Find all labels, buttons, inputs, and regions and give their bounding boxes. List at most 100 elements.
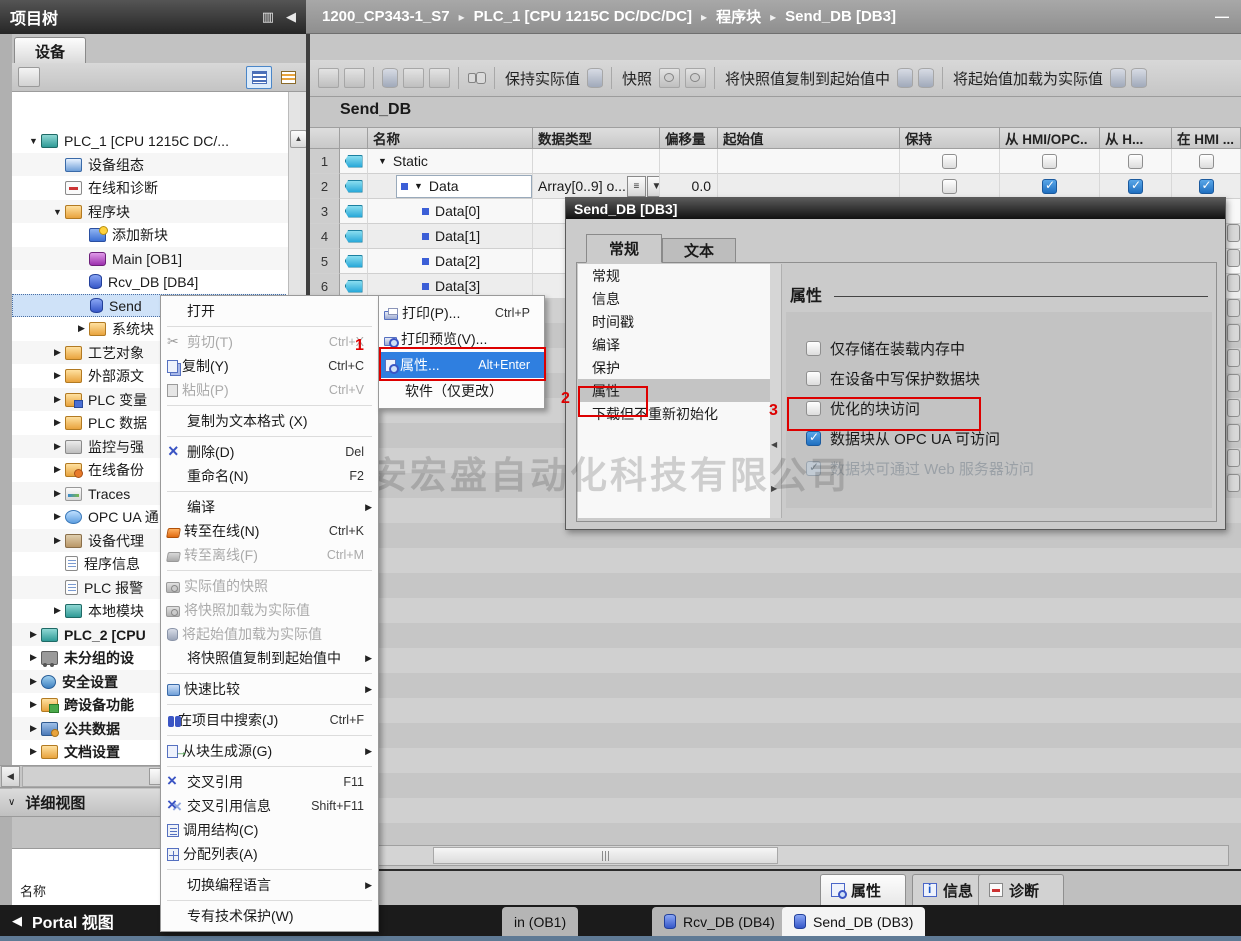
menu-item[interactable]: 专有技术保护(W) — [161, 904, 378, 928]
tree-item[interactable]: Rcv_DB [DB4] — [12, 270, 288, 293]
breadcrumb-segment[interactable]: Send_DB [DB3] — [785, 8, 896, 25]
expand-closed-icon[interactable]: ▶ — [50, 347, 65, 358]
expand-closed-icon[interactable]: ▶ — [26, 699, 41, 710]
dialog-tab-text[interactable]: 文本 — [662, 238, 736, 263]
menu-item[interactable]: 从块生成源(G)▶ — [161, 739, 378, 763]
expand-closed-icon[interactable]: ▶ — [26, 723, 41, 734]
hmi-opc-checkbox[interactable] — [1042, 179, 1057, 194]
keep-actual-values-button[interactable]: 保持实际值 — [503, 68, 582, 89]
expand-open-icon[interactable]: ▼ — [378, 156, 387, 166]
name-cell[interactable]: Data[2] — [368, 249, 533, 274]
from-hmi-checkbox[interactable] — [1128, 179, 1143, 194]
retain-checkbox[interactable] — [942, 154, 957, 169]
expand-open-icon[interactable]: ▼ — [26, 136, 41, 146]
dialog-nav-item[interactable]: 保护 — [578, 356, 770, 379]
menu-item[interactable]: 删除(D)Del — [161, 440, 378, 464]
insert-row-icon[interactable] — [318, 68, 339, 88]
minimize-icon[interactable]: — — [1215, 8, 1229, 24]
tree-view-icon[interactable] — [18, 67, 40, 87]
column-header[interactable]: 偏移量 — [660, 127, 718, 149]
tree-item[interactable]: Main [OB1] — [12, 247, 288, 270]
expand-open-icon[interactable]: ▼ — [414, 181, 423, 191]
name-cell[interactable]: Data[0] — [368, 199, 533, 224]
expand-open-icon[interactable]: ▼ — [50, 207, 65, 217]
copy-snapshot-to-start-button[interactable]: 将快照值复制到起始值中 — [723, 68, 892, 89]
menu-item[interactable]: 切换编程语言▶ — [161, 873, 378, 897]
expand-closed-icon[interactable]: ▶ — [50, 511, 65, 522]
expand-closed-icon[interactable]: ▶ — [26, 746, 41, 757]
menu-item[interactable]: 交叉引用F11 — [161, 770, 378, 794]
dialog-nav-item[interactable]: 属性 — [578, 379, 770, 402]
datatype-cell[interactable] — [533, 149, 660, 174]
editor-horizontal-scrollbar[interactable] — [312, 845, 1229, 866]
snapshot-down-icon[interactable] — [685, 68, 706, 88]
name-cell[interactable]: Data[1] — [368, 224, 533, 249]
expand-closed-icon[interactable]: ▶ — [26, 652, 41, 663]
taskbar-tab-3[interactable]: Send_DB (DB3) — [782, 907, 925, 936]
tree-item[interactable]: 设备组态 — [12, 153, 288, 176]
snapshot-up-icon[interactable] — [659, 68, 680, 88]
taskbar-tab-2[interactable]: Rcv_DB (DB4) — [652, 907, 787, 936]
expand-closed-icon[interactable]: ▶ — [50, 417, 65, 428]
expand-closed-icon[interactable]: ▶ — [50, 535, 65, 546]
load-start-as-actual-button[interactable]: 将起始值加载为实际值 — [951, 68, 1105, 89]
column-header[interactable]: 起始值 — [718, 127, 900, 149]
db-check-icon[interactable] — [403, 68, 424, 88]
retain-checkbox[interactable] — [942, 179, 957, 194]
attribute-checkbox[interactable] — [806, 371, 821, 386]
copy-snapshot-icon-2[interactable] — [918, 68, 934, 88]
tree-item[interactable]: ▼PLC_1 [CPU 1215C DC/... — [12, 129, 288, 152]
scroll-up-icon[interactable]: ▲ — [290, 130, 307, 148]
attribute-checkbox[interactable] — [806, 341, 821, 356]
open-editor-button[interactable] — [276, 67, 300, 88]
dialog-nav-item[interactable]: 编译 — [578, 333, 770, 356]
menu-item[interactable]: 软件（仅更改） — [379, 378, 544, 404]
breadcrumb-segment[interactable]: PLC_1 [CPU 1215C DC/DC/DC] — [474, 8, 692, 25]
breadcrumb-segment[interactable]: 1200_CP343-1_S7 — [322, 8, 450, 25]
column-header[interactable] — [310, 127, 340, 149]
menu-item[interactable]: 打印预览(V)... — [379, 326, 544, 352]
expand-members-icon[interactable] — [429, 68, 450, 88]
name-cell[interactable]: ▼Data — [368, 174, 533, 199]
start-value-cell[interactable] — [718, 149, 900, 174]
add-row-icon[interactable] — [344, 68, 365, 88]
name-cell[interactable]: ▼Static — [368, 149, 533, 174]
menu-item[interactable]: 转至在线(N)Ctrl+K — [161, 519, 378, 543]
expand-closed-icon[interactable]: ▶ — [50, 605, 65, 616]
dialog-titlebar[interactable]: Send_DB [DB3] — [566, 198, 1225, 219]
load-start-icon-2[interactable] — [1131, 68, 1147, 88]
snapshot-button[interactable]: 快照 — [620, 68, 654, 89]
column-header[interactable]: 数据类型 — [533, 127, 660, 149]
from-hmi-checkbox[interactable] — [1128, 154, 1143, 169]
details-view-button[interactable] — [246, 66, 272, 89]
portal-view-button[interactable]: ◀ Portal 视图 — [12, 909, 114, 933]
expand-closed-icon[interactable]: ▶ — [50, 394, 65, 405]
copy-snapshot-icon-1[interactable] — [897, 68, 913, 88]
db-jar-icon[interactable] — [587, 68, 603, 88]
attribute-checkbox[interactable] — [806, 401, 821, 416]
menu-item[interactable]: 复制(Y)Ctrl+C — [161, 354, 378, 378]
menu-item-properties[interactable]: 属性...Alt+Enter — [379, 352, 544, 378]
tree-item[interactable]: 在线和诊断 — [12, 176, 288, 199]
expand-closed-icon[interactable]: ▶ — [50, 370, 65, 381]
expand-closed-icon[interactable]: ▶ — [26, 629, 41, 640]
datatype-browse-icon[interactable]: ≡ — [627, 176, 646, 197]
dialog-nav-item[interactable]: 下载但不重新初始化 — [578, 402, 770, 425]
scrollbar-grip[interactable] — [433, 847, 778, 864]
column-header[interactable]: 名称 — [368, 127, 533, 149]
menu-item[interactable]: 编译▶ — [161, 495, 378, 519]
menu-item[interactable]: 重命名(N)F2 — [161, 464, 378, 488]
column-header[interactable]: 在 HMI ... — [1172, 127, 1241, 149]
inspector-tab-properties[interactable]: 属性 — [820, 874, 906, 905]
menu-item[interactable]: 复制为文本格式 (X) — [161, 409, 378, 433]
tree-item[interactable]: ▼程序块 — [12, 200, 288, 223]
expand-closed-icon[interactable]: ▶ — [26, 676, 41, 687]
menu-item[interactable]: 将快照值复制到起始值中▶ — [161, 646, 378, 670]
attribute-checkbox[interactable] — [806, 431, 821, 446]
menu-item[interactable]: 打开 — [161, 299, 378, 323]
menu-item[interactable]: 分配列表(A) — [161, 842, 378, 866]
dialog-nav-item[interactable]: 时间戳 — [578, 310, 770, 333]
expand-closed-icon[interactable]: ▶ — [74, 323, 89, 334]
dialog-tab-general[interactable]: 常规 — [586, 234, 662, 263]
taskbar-tab-1[interactable]: in (OB1) — [502, 907, 578, 936]
